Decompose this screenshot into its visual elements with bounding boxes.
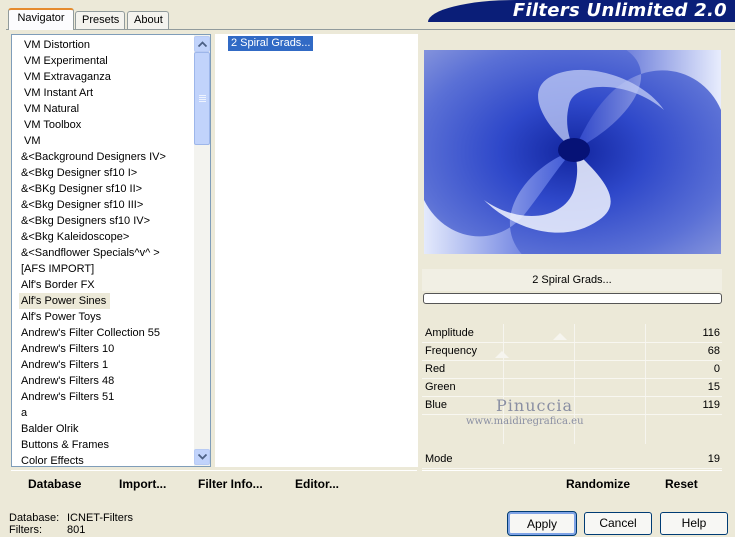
category-item[interactable]: &<Bkg Designer sf10 I> (21, 165, 137, 181)
tab-presets[interactable]: Presets (75, 11, 125, 29)
category-scrollbar[interactable] (194, 35, 210, 466)
param-label: Red (425, 363, 446, 375)
progress-bar (423, 293, 722, 304)
filter-item-selected[interactable]: 2 Spiral Grads... (228, 36, 314, 51)
category-item[interactable]: &<Bkg Designers sf10 IV> (21, 213, 150, 229)
category-item[interactable]: Balder Olrik (21, 421, 78, 437)
param-row-divider (422, 468, 722, 469)
watermark-site: www.maidiregrafica.eu (466, 416, 584, 427)
preview-image (424, 50, 721, 254)
category-item[interactable]: VM Distortion (24, 37, 90, 53)
status-filters-value: 801 (67, 524, 86, 536)
filter-info-button[interactable]: Filter Info... (198, 476, 263, 492)
category-item[interactable]: Andrew's Filters 51 (21, 389, 114, 405)
category-item[interactable]: &<Background Designers IV> (21, 149, 166, 165)
category-item[interactable]: VM Toolbox (24, 117, 81, 133)
category-item[interactable]: Alf's Border FX (21, 277, 95, 293)
category-item[interactable]: &<Bkg Designer sf10 III> (21, 197, 143, 213)
database-button[interactable]: Database (28, 476, 81, 492)
header-banner: Filters Unlimited 2.0 (428, 0, 735, 22)
chevron-down-icon[interactable] (194, 449, 210, 465)
category-item[interactable]: VM Extravaganza (24, 69, 111, 85)
param-value[interactable]: 15 (708, 379, 720, 395)
param-row-divider (422, 378, 722, 379)
help-button[interactable]: Help (660, 512, 728, 535)
filter-list[interactable] (215, 34, 418, 467)
reset-button[interactable]: Reset (665, 476, 698, 492)
param-value[interactable]: 19 (708, 451, 720, 467)
param-label: Amplitude (425, 327, 474, 339)
tab-about[interactable]: About (127, 11, 169, 29)
cancel-button[interactable]: Cancel (584, 512, 652, 535)
category-item[interactable]: &<BKg Designer sf10 II> (21, 181, 142, 197)
category-item[interactable]: &<Sandflower Specials^v^ > (21, 245, 160, 261)
category-item[interactable]: Color Effects (21, 453, 84, 469)
category-item[interactable]: &<Bkg Kaleidoscope> (21, 229, 129, 245)
category-item[interactable]: Buttons & Frames (21, 437, 109, 453)
param-row-divider (422, 360, 722, 361)
category-item[interactable]: VM Instant Art (24, 85, 93, 101)
category-item[interactable]: [AFS IMPORT] (21, 261, 94, 277)
param-value[interactable]: 0 (714, 361, 720, 377)
apply-button[interactable]: Apply (507, 511, 577, 536)
param-label: Green (425, 381, 456, 393)
watermark-name: Pinuccia (496, 396, 574, 415)
chevron-up-icon[interactable] (194, 36, 210, 52)
category-item[interactable]: Alf's Power Toys (21, 309, 101, 325)
frequency-slider-thumb[interactable] (495, 351, 509, 358)
param-label: Mode (425, 453, 453, 465)
category-item[interactable]: VM (24, 133, 41, 149)
param-label: Frequency (425, 345, 477, 357)
category-item[interactable]: Andrew's Filters 48 (21, 373, 114, 389)
preview-name-strip: 2 Spiral Grads... (422, 269, 722, 291)
editor-button[interactable]: Editor... (295, 476, 339, 492)
category-item[interactable]: a (21, 405, 27, 421)
app-title: Filters Unlimited 2.0 (512, 0, 727, 21)
category-item[interactable]: VM Natural (24, 101, 79, 117)
preview-filter-name: 2 Spiral Grads... (532, 274, 612, 286)
category-item[interactable]: Andrew's Filters 1 (21, 357, 108, 373)
param-value[interactable]: 68 (708, 343, 720, 359)
scrollbar-thumb[interactable] (194, 52, 210, 145)
category-item[interactable]: Andrew's Filter Collection 55 (21, 325, 160, 341)
param-label: Blue (425, 399, 448, 411)
category-list[interactable]: VM Distortion VM Experimental VM Extravaga… (11, 34, 211, 467)
category-item[interactable]: Alf's Power Sines (19, 293, 111, 309)
randomize-button[interactable]: Randomize (566, 476, 630, 492)
param-value[interactable]: 119 (702, 397, 720, 413)
status-filters-label: Filters: (9, 524, 42, 536)
category-item[interactable]: Andrew's Filters 10 (21, 341, 114, 357)
tab-navigator[interactable]: Navigator (8, 8, 74, 30)
category-item[interactable]: VM Experimental (24, 53, 108, 69)
import-button[interactable]: Import... (119, 476, 166, 492)
param-value[interactable]: 116 (702, 325, 720, 341)
amplitude-slider-thumb[interactable] (553, 333, 567, 340)
